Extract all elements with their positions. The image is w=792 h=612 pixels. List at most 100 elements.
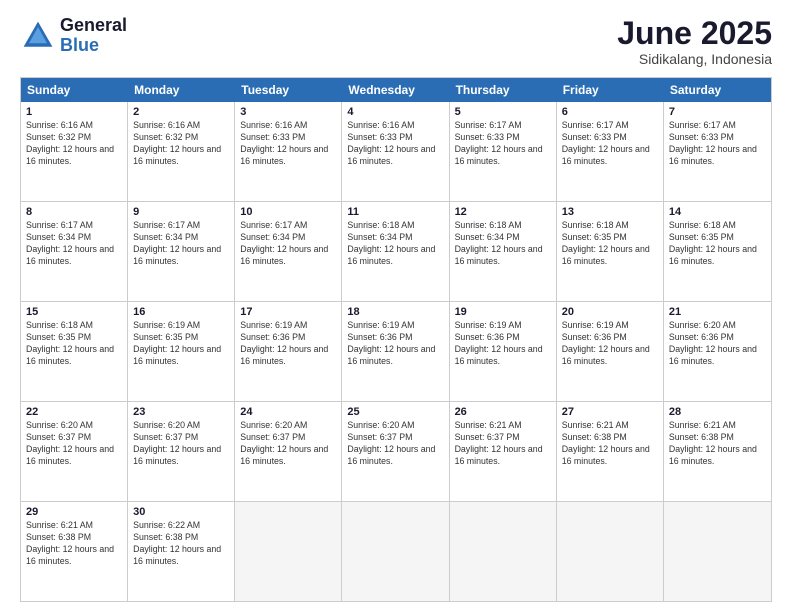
calendar-cell — [235, 502, 342, 601]
logo-general: General — [60, 15, 127, 35]
cell-info: Sunrise: 6:21 AMSunset: 6:38 PMDaylight:… — [26, 520, 122, 568]
cell-info: Sunrise: 6:19 AMSunset: 6:36 PMDaylight:… — [240, 320, 336, 368]
calendar-cell: 10 Sunrise: 6:17 AMSunset: 6:34 PMDayligh… — [235, 202, 342, 301]
day-number: 18 — [347, 306, 443, 318]
day-number: 20 — [562, 306, 658, 318]
calendar-cell: 21 Sunrise: 6:20 AMSunset: 6:36 PMDayligh… — [664, 302, 771, 401]
header: General Blue June 2025 Sidikalang, Indon… — [20, 16, 772, 67]
calendar-cell: 15 Sunrise: 6:18 AMSunset: 6:35 PMDayligh… — [21, 302, 128, 401]
cell-info: Sunrise: 6:18 AMSunset: 6:34 PMDaylight:… — [347, 220, 443, 268]
cell-info: Sunrise: 6:19 AMSunset: 6:36 PMDaylight:… — [562, 320, 658, 368]
cell-info: Sunrise: 6:18 AMSunset: 6:35 PMDaylight:… — [669, 220, 766, 268]
cell-info: Sunrise: 6:16 AMSunset: 6:33 PMDaylight:… — [240, 120, 336, 168]
month-title: June 2025 — [617, 16, 772, 51]
cell-info: Sunrise: 6:19 AMSunset: 6:36 PMDaylight:… — [347, 320, 443, 368]
calendar-cell: 19Sunrise: 6:19 AMSunset: 6:36 PMDayligh… — [450, 302, 557, 401]
cell-info: Sunrise: 6:17 AMSunset: 6:34 PMDaylight:… — [240, 220, 336, 268]
cell-info: Sunrise: 6:17 AMSunset: 6:33 PMDaylight:… — [455, 120, 551, 168]
calendar-cell — [557, 502, 664, 601]
day-number: 15 — [26, 306, 122, 318]
logo: General Blue — [20, 16, 127, 56]
day-number: 14 — [669, 206, 766, 218]
day-number: 17 — [240, 306, 336, 318]
cell-info: Sunrise: 6:18 AMSunset: 6:35 PMDaylight:… — [26, 320, 122, 368]
calendar-cell: 23 Sunrise: 6:20 AMSunset: 6:37 PMDayligh… — [128, 402, 235, 501]
cell-info: Sunrise: 6:16 AMSunset: 6:32 PMDaylight:… — [133, 120, 229, 168]
calendar-cell: 9 Sunrise: 6:17 AMSunset: 6:34 PMDaylight… — [128, 202, 235, 301]
cell-info: Sunrise: 6:20 AMSunset: 6:37 PMDaylight:… — [240, 420, 336, 468]
calendar-cell: 25Sunrise: 6:20 AMSunset: 6:37 PMDayligh… — [342, 402, 449, 501]
cell-info: Sunrise: 6:16 AMSunset: 6:32 PMDaylight:… — [26, 120, 122, 168]
cell-info: Sunrise: 6:21 AMSunset: 6:38 PMDaylight:… — [562, 420, 658, 468]
day-number: 1 — [26, 106, 122, 118]
calendar-row-4: 22 Sunrise: 6:20 AMSunset: 6:37 PMDayligh… — [21, 402, 771, 502]
calendar-cell — [342, 502, 449, 601]
cell-info: Sunrise: 6:17 AMSunset: 6:34 PMDaylight:… — [133, 220, 229, 268]
day-number: 26 — [455, 406, 551, 418]
calendar-cell: 11Sunrise: 6:18 AMSunset: 6:34 PMDayligh… — [342, 202, 449, 301]
cell-info: Sunrise: 6:20 AMSunset: 6:37 PMDaylight:… — [26, 420, 122, 468]
day-number: 9 — [133, 206, 229, 218]
day-number: 10 — [240, 206, 336, 218]
day-number: 22 — [26, 406, 122, 418]
calendar-cell: 22 Sunrise: 6:20 AMSunset: 6:37 PMDayligh… — [21, 402, 128, 501]
logo-text: General Blue — [60, 16, 127, 56]
day-number: 4 — [347, 106, 443, 118]
calendar-row-5: 29 Sunrise: 6:21 AMSunset: 6:38 PMDayligh… — [21, 502, 771, 601]
calendar-row-3: 15 Sunrise: 6:18 AMSunset: 6:35 PMDayligh… — [21, 302, 771, 402]
cell-info: Sunrise: 6:18 AMSunset: 6:34 PMDaylight:… — [455, 220, 551, 268]
calendar-cell: 16Sunrise: 6:19 AMSunset: 6:35 PMDayligh… — [128, 302, 235, 401]
calendar-row-2: 8Sunrise: 6:17 AMSunset: 6:34 PMDaylight… — [21, 202, 771, 302]
day-number: 21 — [669, 306, 766, 318]
cell-info: Sunrise: 6:18 AMSunset: 6:35 PMDaylight:… — [562, 220, 658, 268]
calendar-cell: 6Sunrise: 6:17 AMSunset: 6:33 PMDaylight… — [557, 102, 664, 201]
header-sunday: Sunday — [21, 78, 128, 102]
calendar-cell: 8Sunrise: 6:17 AMSunset: 6:34 PMDaylight… — [21, 202, 128, 301]
calendar-cell: 7Sunrise: 6:17 AMSunset: 6:33 PMDaylight… — [664, 102, 771, 201]
header-wednesday: Wednesday — [342, 78, 449, 102]
location: Sidikalang, Indonesia — [617, 51, 772, 67]
cell-info: Sunrise: 6:21 AMSunset: 6:37 PMDaylight:… — [455, 420, 551, 468]
calendar-cell: 26 Sunrise: 6:21 AMSunset: 6:37 PMDayligh… — [450, 402, 557, 501]
day-number: 23 — [133, 406, 229, 418]
day-number: 30 — [133, 506, 229, 518]
day-number: 7 — [669, 106, 766, 118]
calendar-cell: 30 Sunrise: 6:22 AMSunset: 6:38 PMDayligh… — [128, 502, 235, 601]
calendar-cell: 4Sunrise: 6:16 AMSunset: 6:33 PMDaylight… — [342, 102, 449, 201]
cell-info: Sunrise: 6:20 AMSunset: 6:37 PMDaylight:… — [347, 420, 443, 468]
calendar-cell: 1 Sunrise: 6:16 AMSunset: 6:32 PMDaylight… — [21, 102, 128, 201]
header-monday: Monday — [128, 78, 235, 102]
day-number: 28 — [669, 406, 766, 418]
day-number: 29 — [26, 506, 122, 518]
calendar-cell: 3 Sunrise: 6:16 AMSunset: 6:33 PMDaylight… — [235, 102, 342, 201]
day-number: 3 — [240, 106, 336, 118]
calendar-cell: 29 Sunrise: 6:21 AMSunset: 6:38 PMDayligh… — [21, 502, 128, 601]
header-thursday: Thursday — [450, 78, 557, 102]
day-number: 2 — [133, 106, 229, 118]
calendar-cell: 18 Sunrise: 6:19 AMSunset: 6:36 PMDayligh… — [342, 302, 449, 401]
header-friday: Friday — [557, 78, 664, 102]
calendar-cell: 2 Sunrise: 6:16 AMSunset: 6:32 PMDaylight… — [128, 102, 235, 201]
calendar-cell — [450, 502, 557, 601]
calendar-cell: 28 Sunrise: 6:21 AMSunset: 6:38 PMDayligh… — [664, 402, 771, 501]
calendar-cell: 5Sunrise: 6:17 AMSunset: 6:33 PMDaylight… — [450, 102, 557, 201]
logo-icon — [20, 18, 56, 54]
calendar-cell: 24Sunrise: 6:20 AMSunset: 6:37 PMDayligh… — [235, 402, 342, 501]
calendar: Sunday Monday Tuesday Wednesday Thursday… — [20, 77, 772, 602]
calendar-body: 1 Sunrise: 6:16 AMSunset: 6:32 PMDaylight… — [21, 102, 771, 601]
calendar-cell: 14 Sunrise: 6:18 AMSunset: 6:35 PMDayligh… — [664, 202, 771, 301]
calendar-row-1: 1 Sunrise: 6:16 AMSunset: 6:32 PMDaylight… — [21, 102, 771, 202]
cell-info: Sunrise: 6:20 AMSunset: 6:36 PMDaylight:… — [669, 320, 766, 368]
day-number: 19 — [455, 306, 551, 318]
header-saturday: Saturday — [664, 78, 771, 102]
cell-info: Sunrise: 6:20 AMSunset: 6:37 PMDaylight:… — [133, 420, 229, 468]
day-number: 27 — [562, 406, 658, 418]
cell-info: Sunrise: 6:21 AMSunset: 6:38 PMDaylight:… — [669, 420, 766, 468]
header-tuesday: Tuesday — [235, 78, 342, 102]
calendar-cell: 12Sunrise: 6:18 AMSunset: 6:34 PMDayligh… — [450, 202, 557, 301]
day-number: 13 — [562, 206, 658, 218]
calendar-cell: 27 Sunrise: 6:21 AMSunset: 6:38 PMDayligh… — [557, 402, 664, 501]
cell-info: Sunrise: 6:22 AMSunset: 6:38 PMDaylight:… — [133, 520, 229, 568]
day-number: 16 — [133, 306, 229, 318]
title-block: June 2025 Sidikalang, Indonesia — [617, 16, 772, 67]
